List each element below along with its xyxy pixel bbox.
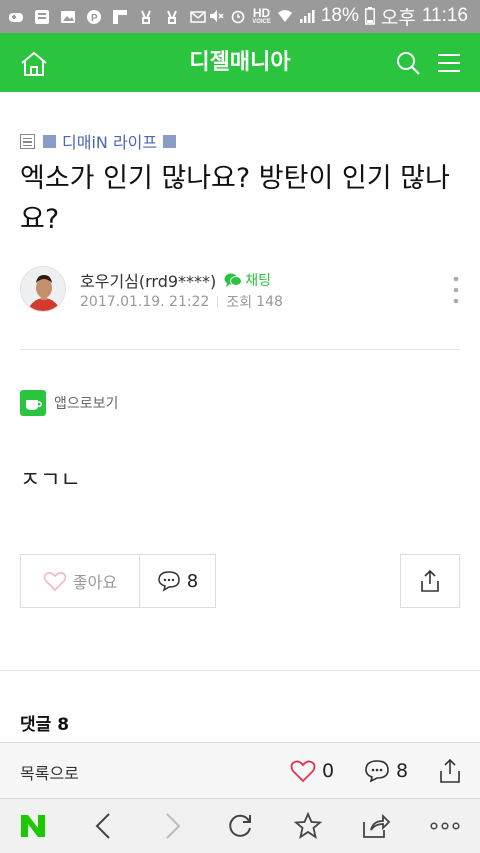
flipboard-icon bbox=[113, 10, 127, 24]
game-controller-icon bbox=[9, 13, 23, 22]
image-icon bbox=[61, 11, 75, 23]
victory-hand-icon bbox=[141, 10, 151, 24]
like-label: 좋아요 bbox=[72, 573, 118, 592]
footer-comment-count: 8 bbox=[396, 760, 409, 782]
share-icon bbox=[421, 569, 439, 592]
search-icon[interactable] bbox=[395, 50, 421, 76]
views-count: 148 bbox=[256, 294, 283, 310]
section-divider bbox=[0, 670, 480, 671]
author-row: 호우기심(rrd9****) 채팅 bbox=[80, 268, 271, 292]
more-options-icon[interactable] bbox=[452, 276, 460, 304]
mail-icon bbox=[190, 11, 206, 23]
board-list-icon bbox=[20, 133, 35, 149]
comment-button[interactable]: 8 bbox=[140, 555, 215, 607]
wifi-icon bbox=[277, 10, 292, 22]
board-square-icon bbox=[43, 134, 56, 148]
post-meta: 2017.01.19. 21:22 조회 148 bbox=[80, 292, 283, 312]
comments-title: 댓글 8 bbox=[20, 715, 70, 735]
forward-icon[interactable] bbox=[158, 811, 188, 841]
like-button[interactable]: 좋아요 bbox=[21, 555, 140, 607]
svg-text:P: P bbox=[91, 13, 98, 24]
signal-icon bbox=[299, 10, 315, 23]
heart-icon bbox=[43, 572, 67, 592]
naver-home-icon[interactable] bbox=[18, 811, 48, 841]
post-date: 2017.01.19. 21:22 bbox=[80, 294, 210, 310]
alarm-icon bbox=[231, 10, 245, 24]
back-to-list-button[interactable]: 목록으로 bbox=[20, 760, 79, 784]
board-square-icon bbox=[163, 134, 177, 148]
battery-percent: 18% bbox=[320, 5, 359, 26]
views-label: 조회 bbox=[226, 295, 253, 311]
hd-label: HD bbox=[252, 5, 271, 20]
app-header: 디젤매니아 bbox=[0, 33, 480, 92]
back-icon[interactable] bbox=[88, 811, 118, 841]
chat-label: 채팅 bbox=[245, 273, 272, 289]
bookmark-star-icon[interactable] bbox=[293, 811, 323, 841]
status-bar: P HD VOICE 18% 오후 11:16 bbox=[0, 0, 480, 33]
notification-app-icon bbox=[35, 10, 49, 24]
post-body: ㅈㄱㄴ bbox=[20, 468, 81, 493]
browser-share-icon[interactable] bbox=[361, 811, 391, 841]
meta-divider bbox=[217, 296, 219, 308]
cafe-app-icon bbox=[20, 390, 46, 416]
comment-bubble-icon bbox=[365, 760, 389, 783]
status-time: 11:16 bbox=[421, 5, 468, 26]
status-ampm: 오후 bbox=[380, 7, 416, 29]
menu-icon[interactable] bbox=[437, 52, 461, 74]
heart-icon bbox=[290, 760, 316, 783]
battery-icon bbox=[364, 7, 375, 25]
author-name[interactable]: 호우기심(rrd9****) bbox=[80, 268, 216, 292]
more-menu-icon[interactable] bbox=[430, 811, 460, 841]
comment-count: 8 bbox=[186, 570, 199, 592]
bottom-action-bar: 목록으로 0 8 bbox=[0, 742, 480, 798]
footer-comment-button[interactable]: 8 bbox=[364, 759, 408, 783]
footer-like-count: 0 bbox=[322, 760, 335, 782]
reload-icon[interactable] bbox=[225, 811, 255, 841]
reaction-box: 좋아요 8 bbox=[20, 554, 216, 608]
board-breadcrumb[interactable]: 디매iN 라이프 bbox=[20, 130, 177, 152]
avatar[interactable] bbox=[20, 266, 66, 312]
hd-voice-indicator: HD VOICE bbox=[252, 7, 271, 26]
footer-like-button[interactable]: 0 bbox=[290, 759, 334, 783]
comment-bubble-icon bbox=[158, 571, 180, 592]
app-view-link[interactable]: 앱으로보기 bbox=[20, 390, 118, 416]
p-app-icon: P bbox=[87, 10, 101, 24]
post-title: 엑소가 인기 많나요? 방탄이 인기 많나요? bbox=[20, 163, 450, 235]
header-divider bbox=[20, 349, 460, 350]
chat-button[interactable]: 채팅 bbox=[224, 270, 271, 290]
voice-label: VOICE bbox=[252, 18, 271, 25]
mute-icon bbox=[210, 10, 224, 22]
share-button[interactable] bbox=[400, 554, 460, 608]
board-name: 디매iN 라이프 bbox=[62, 133, 158, 152]
avatar-image bbox=[21, 267, 65, 311]
app-view-label: 앱으로보기 bbox=[54, 396, 119, 412]
browser-toolbar bbox=[0, 798, 480, 853]
victory-hand-icon bbox=[167, 10, 177, 24]
chat-bubble-icon bbox=[224, 273, 243, 287]
footer-share-icon[interactable] bbox=[438, 758, 462, 784]
